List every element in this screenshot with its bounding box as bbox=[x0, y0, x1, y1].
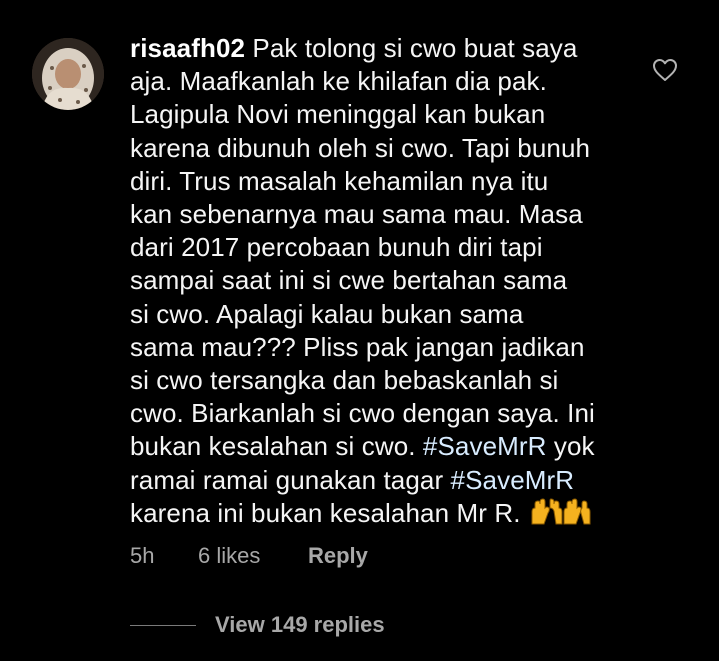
view-replies-label: View 149 replies bbox=[215, 612, 385, 637]
comment-timestamp: 5h bbox=[130, 543, 155, 568]
comment-line: aja. Maafkanlah ke khilafan dia pak. bbox=[130, 66, 547, 97]
comment-line: sama mau??? Pliss pak jangan jadikan bbox=[130, 331, 585, 362]
comment-line: yok bbox=[546, 431, 595, 462]
view-replies-button[interactable]: View 149 replies bbox=[130, 610, 385, 640]
like-heart-button[interactable] bbox=[652, 58, 678, 82]
comment-line: Lagipula Novi meninggal kan bukan bbox=[130, 99, 546, 130]
comment-line: si cwo tersangka dan bebaskanlah si bbox=[130, 365, 559, 396]
avatar-photo bbox=[32, 38, 104, 110]
comment-line: dari 2017 percobaan bunuh diri tapi bbox=[130, 232, 543, 263]
comment-line: sampai saat ini si cwe bertahan sama bbox=[130, 265, 568, 296]
likes-count-link[interactable]: 6 likes bbox=[198, 543, 308, 569]
reply-button[interactable]: Reply bbox=[308, 543, 368, 569]
raising-hands-icon bbox=[528, 498, 592, 526]
comment-line: kan sebenarnya mau sama mau. Masa bbox=[130, 199, 583, 230]
comment: risaafh02 Pak tolong si cwo buat saya aj… bbox=[0, 0, 719, 661]
comment-meta: 5h 6 likes Reply bbox=[130, 540, 368, 572]
hashtag-link[interactable]: #SaveMrR bbox=[423, 431, 547, 461]
comment-username[interactable]: risaafh02 bbox=[130, 33, 245, 63]
comment-line: cwo. Biarkanlah si cwo dengan saya. Ini bbox=[130, 398, 595, 429]
comment-line: karena dibunuh oleh si cwo. Tapi bunuh bbox=[130, 132, 591, 163]
comment-line: diri. Trus masalah kehamilan nya itu bbox=[130, 165, 549, 196]
replies-divider bbox=[130, 624, 196, 626]
comment-line: si cwo. Apalagi kalau bukan sama bbox=[130, 298, 524, 329]
heart-icon bbox=[653, 59, 677, 81]
hashtag-link[interactable]: #SaveMrR bbox=[451, 465, 575, 495]
comment-line: bukan kesalahan si cwo. bbox=[130, 431, 416, 462]
comment-text: risaafh02 Pak tolong si cwo buat saya aj… bbox=[130, 32, 630, 530]
comment-line: ramai ramai gunakan tagar bbox=[130, 464, 451, 495]
avatar[interactable] bbox=[32, 38, 104, 110]
comment-line: karena ini bukan kesalahan Mr R. bbox=[130, 497, 521, 528]
comment-line: Pak tolong si cwo buat saya bbox=[252, 33, 578, 63]
